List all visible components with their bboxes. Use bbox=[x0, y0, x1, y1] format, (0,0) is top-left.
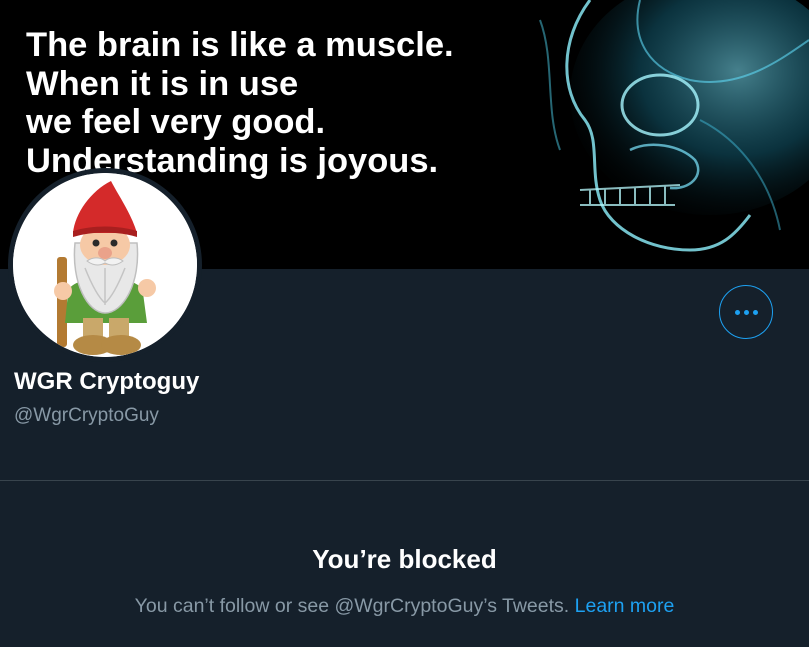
profile-handle: @WgrCryptoGuy bbox=[14, 405, 159, 426]
banner-quote-line: The brain is like a muscle. bbox=[26, 26, 454, 64]
divider bbox=[0, 480, 809, 481]
profile-display-name: WGR Cryptoguy bbox=[14, 368, 200, 395]
blocked-title: You’re blocked bbox=[312, 544, 497, 574]
more-options-button[interactable] bbox=[719, 285, 773, 339]
more-horizontal-icon bbox=[734, 309, 758, 315]
xray-skull-image bbox=[520, 0, 809, 269]
gnome-image bbox=[13, 173, 197, 357]
banner-quote: The brain is like a muscle. When it is i… bbox=[26, 26, 454, 180]
blocked-message: You can’t follow or see @WgrCryptoGuy’s … bbox=[0, 595, 809, 618]
profile-avatar[interactable] bbox=[8, 168, 202, 362]
blocked-message-text: You can’t follow or see @WgrCryptoGuy’s … bbox=[134, 595, 570, 617]
banner-quote-line: When it is in use bbox=[26, 64, 299, 103]
learn-more-link[interactable]: Learn more bbox=[575, 595, 675, 617]
banner-quote-line: we feel very good. bbox=[26, 103, 326, 141]
